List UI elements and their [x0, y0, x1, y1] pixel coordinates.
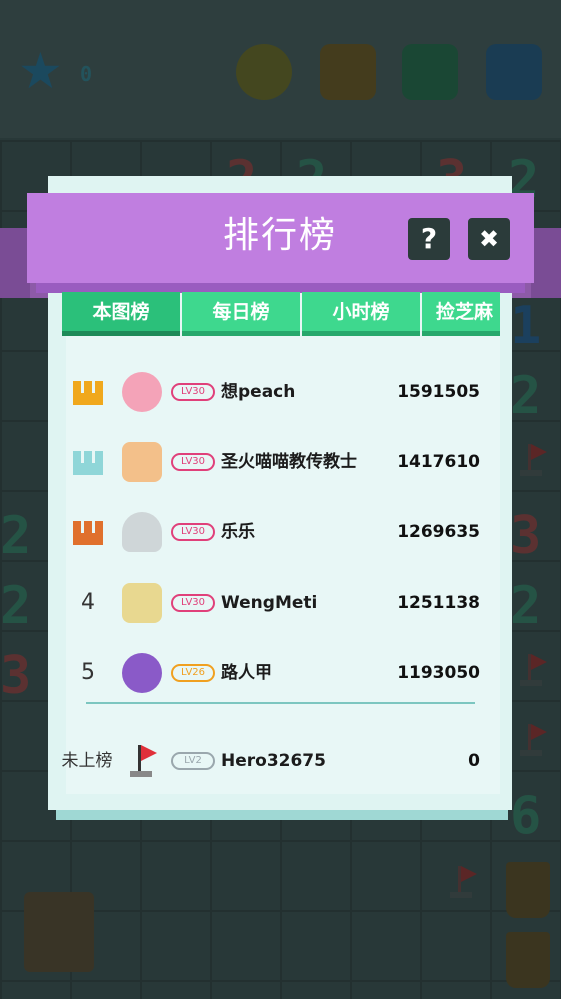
level-badge: LV30: [171, 523, 215, 541]
player-name: 圣火喵喵教传教士: [221, 452, 357, 472]
level-badge: LV30: [171, 594, 215, 612]
divider: [86, 702, 475, 704]
close-button[interactable]: ✖: [468, 218, 510, 260]
help-button[interactable]: ?: [408, 218, 450, 260]
player-score: 1193050: [397, 663, 480, 683]
bronze-crown-icon: [73, 521, 103, 545]
player-score: 1417610: [397, 452, 480, 472]
player-score: 0: [468, 751, 480, 771]
avatar[interactable]: [122, 583, 162, 623]
rank-number: 4: [81, 590, 95, 615]
player-score: 1591505: [397, 382, 480, 402]
player-name: 路人甲: [221, 663, 272, 683]
player-score: 1251138: [397, 593, 480, 613]
leaderboard-row[interactable]: 5 LV26 路人甲 1193050: [66, 643, 500, 703]
leaderboard-title: 排行榜: [222, 215, 337, 256]
my-row[interactable]: LV2 Hero32675 0: [66, 731, 500, 791]
ribbon-left-tail: [0, 228, 30, 298]
level-badge: LV30: [171, 383, 215, 401]
leaderboard-row[interactable]: 4 LV30 WengMeti 1251138: [66, 573, 500, 633]
player-score: 1269635: [397, 522, 480, 542]
leaderboard-row[interactable]: LV30 乐乐 1269635: [66, 502, 500, 562]
player-name: WengMeti: [221, 593, 318, 613]
tab-hourly-rank[interactable]: 小时榜: [302, 292, 420, 336]
flag-icon: [128, 741, 158, 781]
level-badge: LV30: [171, 453, 215, 471]
avatar[interactable]: [122, 372, 162, 412]
leaderboard-row[interactable]: LV30 想peach 1591505: [66, 362, 500, 422]
avatar[interactable]: [122, 512, 162, 552]
silver-crown-icon: [73, 451, 103, 475]
level-badge: LV2: [171, 752, 215, 770]
tab-map-rank[interactable]: 本图榜: [62, 292, 180, 336]
player-name: 想peach: [221, 382, 296, 402]
tab-sesame-rank[interactable]: 捡芝麻: [422, 292, 500, 336]
gold-crown-icon: [73, 381, 103, 405]
leaderboard-row[interactable]: LV30 圣火喵喵教传教士 1417610: [66, 432, 500, 492]
rank-number: 5: [81, 660, 95, 685]
avatar[interactable]: [122, 653, 162, 693]
avatar[interactable]: [122, 442, 162, 482]
ribbon-right-tail: [531, 228, 561, 298]
player-name: 乐乐: [221, 522, 255, 542]
player-name: Hero32675: [221, 751, 326, 771]
level-badge: LV26: [171, 664, 215, 682]
tab-daily-rank[interactable]: 每日榜: [182, 292, 300, 336]
